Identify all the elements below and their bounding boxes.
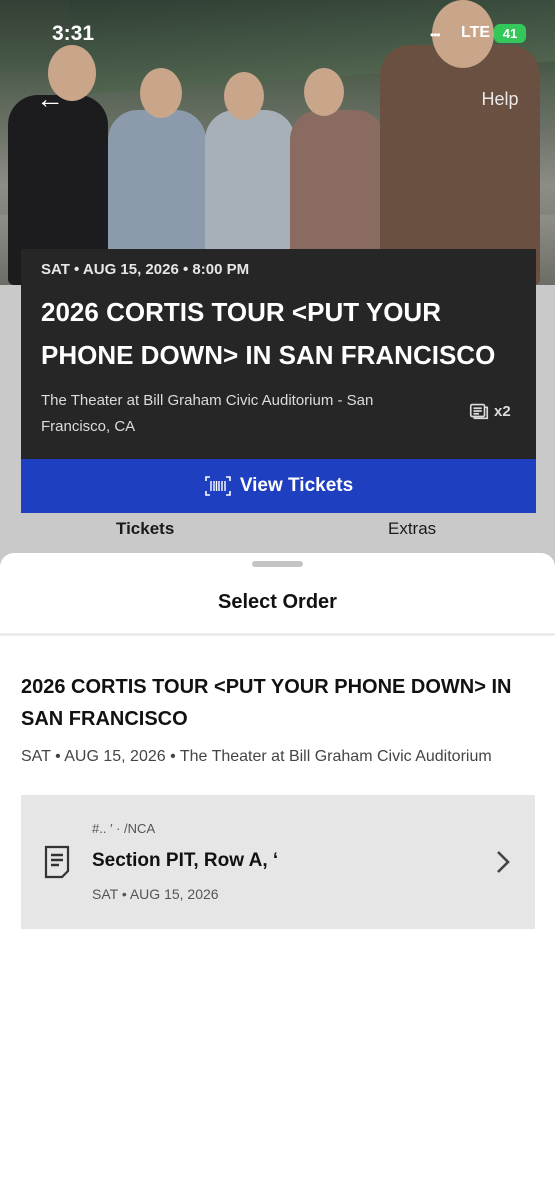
event-page: 3:31 ••• LTE 41 ← Help SAT • AUG 15, 202… [0, 0, 555, 620]
back-arrow-icon: ← [36, 83, 64, 114]
status-time: 3:31 [52, 22, 95, 45]
sheet-title: Select Order [218, 591, 337, 613]
view-tickets-label: View Tickets [239, 475, 354, 496]
select-order-sheet: Select Order 2026 CORTIS TOUR <PUT YOUR … [0, 553, 555, 1200]
hero-person-head [304, 68, 344, 116]
ticket-count-value: x2 [494, 402, 511, 420]
barcode-icon [205, 476, 231, 496]
order-section: Section PIT, Row A, ‘ [92, 850, 279, 871]
signal-icon: ••• [430, 28, 441, 42]
ticket-count: x2 [468, 400, 511, 422]
help-button[interactable]: Help [470, 82, 530, 116]
event-venue: The Theater at Bill Graham Civic Auditor… [41, 392, 374, 435]
event-title: 2026 CORTIS TOUR <PUT YOUR PHONE DOWN> I… [41, 297, 496, 370]
tab-tickets[interactable]: Tickets [116, 519, 174, 539]
order-event-subtitle: SAT • AUG 15, 2026 • The Theater at Bill… [21, 748, 492, 765]
battery-icon: 41 [494, 24, 526, 43]
chevron-right-icon [497, 851, 510, 873]
event-date: SAT • AUG 15, 2026 • 8:00 PM [41, 261, 250, 278]
back-button[interactable]: ← [30, 82, 70, 116]
divider [0, 633, 555, 636]
order-date: SAT • AUG 15, 2026 [92, 886, 219, 902]
order-number: #.. ′ · /NCA [92, 821, 156, 836]
tab-extras[interactable]: Extras [388, 519, 436, 539]
view-tickets-button[interactable]: View Tickets [21, 459, 536, 513]
document-icon [44, 845, 70, 879]
order-item[interactable]: #.. ′ · /NCA Section PIT, Row A, ‘ SAT •… [21, 795, 535, 929]
tabs: Tickets Extras [0, 513, 555, 553]
status-bar: 3:31 ••• LTE 41 [0, 18, 555, 54]
hero-person-head [224, 72, 264, 120]
sheet-grabber[interactable] [252, 561, 303, 567]
tickets-icon [469, 403, 489, 420]
network-type: LTE [461, 24, 491, 41]
event-card: SAT • AUG 15, 2026 • 8:00 PM 2026 CORTIS… [21, 249, 536, 459]
order-event-title: 2026 CORTIS TOUR <PUT YOUR PHONE DOWN> I… [21, 676, 512, 730]
hero-person-head [140, 68, 182, 118]
